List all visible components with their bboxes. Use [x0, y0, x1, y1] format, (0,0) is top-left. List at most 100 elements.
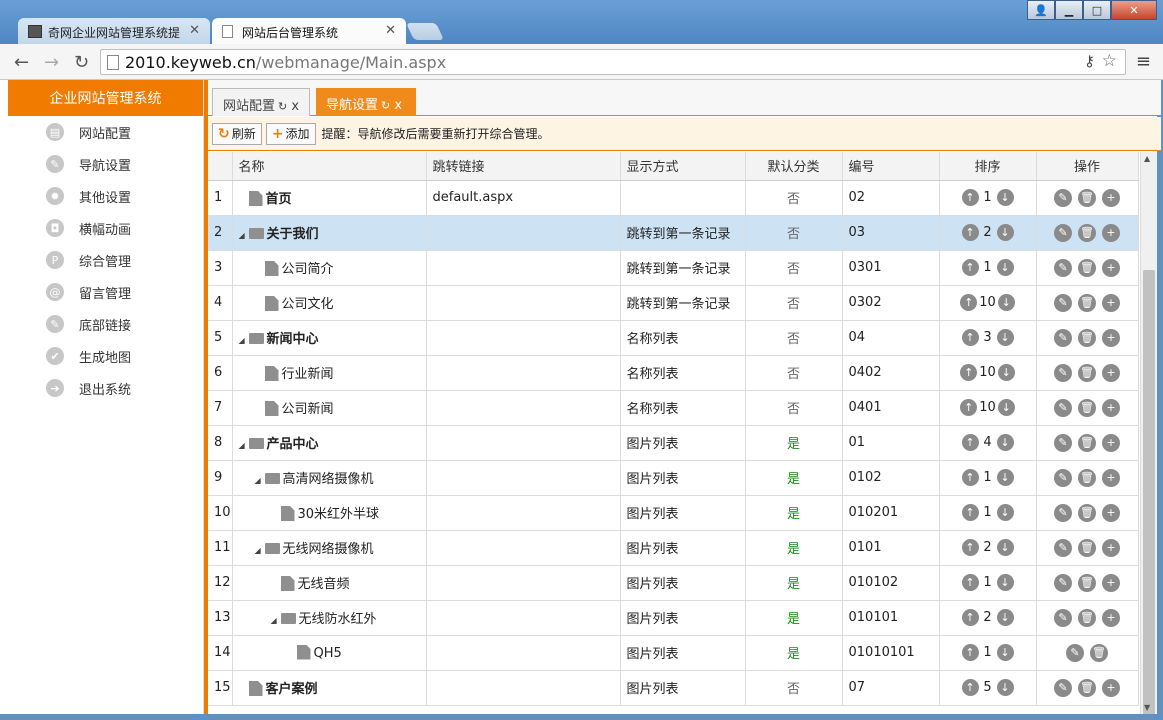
row-name-cell[interactable]: 无线音频	[232, 565, 427, 601]
table-row[interactable]: 13 ◢ 无线防水红外 图片列表是 010101 ↑ 2 ↓ ✎ 🗑 +	[208, 600, 1139, 636]
add-button[interactable]: + 添加	[265, 122, 316, 145]
row-name-cell[interactable]: ◢ 无线防水红外	[232, 600, 427, 636]
add-child-icon[interactable]: +	[1102, 678, 1120, 697]
table-row[interactable]: 14 QH5 图片列表是 01010101 ↑ 1 ↓ ✎ 🗑	[208, 635, 1139, 671]
row-name-cell[interactable]: ◢ 新闻中心	[232, 320, 427, 356]
menu-icon[interactable]: ≡	[1136, 51, 1151, 72]
add-child-icon[interactable]: +	[1102, 328, 1120, 347]
scroll-up-icon[interactable]: ▲	[1144, 154, 1150, 163]
table-row[interactable]: 5 ◢ 新闻中心 名称列表否 04 ↑ 3 ↓ ✎ 🗑 +	[208, 320, 1139, 356]
table-row[interactable]: 1 首页 default.aspx 否 02 ↑ 1 ↓ ✎ 🗑 +	[208, 180, 1139, 216]
sidebar-item-5[interactable]: P 综合管理	[8, 244, 203, 276]
minimize-button[interactable]: ▁	[1055, 0, 1083, 20]
add-child-icon[interactable]: +	[1102, 293, 1120, 312]
col-code[interactable]: 编号	[842, 152, 940, 181]
edit-icon[interactable]: ✎	[1054, 608, 1072, 627]
expand-toggle-icon[interactable]: ◢	[239, 336, 249, 345]
edit-icon[interactable]: ✎	[1066, 643, 1084, 662]
add-child-icon[interactable]: +	[1102, 433, 1120, 452]
add-child-icon[interactable]: +	[1102, 538, 1120, 557]
delete-icon[interactable]: 🗑	[1090, 643, 1108, 662]
tab-nav-settings[interactable]: 导航设置 ↻ x	[316, 88, 416, 116]
arrow-up-icon[interactable]: ↑	[960, 399, 978, 416]
arrow-down-icon[interactable]: ↓	[996, 504, 1014, 521]
delete-icon[interactable]: 🗑	[1078, 538, 1096, 557]
arrow-up-icon[interactable]: ↑	[961, 224, 979, 241]
add-child-icon[interactable]: +	[1102, 608, 1120, 627]
arrow-down-icon[interactable]: ↓	[997, 294, 1015, 311]
row-name-cell[interactable]: 首页	[232, 180, 427, 216]
row-name-cell[interactable]: ◢ 产品中心	[232, 425, 427, 461]
arrow-up-icon[interactable]: ↑	[961, 504, 979, 521]
delete-icon[interactable]: 🗑	[1078, 328, 1096, 347]
arrow-down-icon[interactable]: ↓	[996, 189, 1014, 206]
sidebar-item-6[interactable]: @ 留言管理	[8, 276, 203, 308]
expand-toggle-icon[interactable]: ◢	[255, 546, 265, 555]
add-child-icon[interactable]: +	[1102, 468, 1120, 487]
col-link[interactable]: 跳转链接	[426, 152, 621, 181]
edit-icon[interactable]: ✎	[1054, 363, 1072, 382]
table-row[interactable]: 9 ◢ 高清网络摄像机 图片列表是 0102 ↑ 1 ↓ ✎ 🗑 +	[208, 460, 1139, 496]
col-default[interactable]: 默认分类	[745, 152, 843, 181]
add-child-icon[interactable]: +	[1102, 398, 1120, 417]
sidebar-item-7[interactable]: ✎ 底部链接	[8, 308, 203, 340]
refresh-button[interactable]: ↻ 刷新	[212, 122, 262, 145]
arrow-down-icon[interactable]: ↓	[996, 329, 1014, 346]
delete-icon[interactable]: 🗑	[1078, 433, 1096, 452]
row-name-cell[interactable]: 公司新闻	[232, 390, 427, 426]
sidebar-item-2[interactable]: ✎ 导航设置	[8, 148, 203, 180]
expand-toggle-icon[interactable]: ◢	[239, 231, 249, 240]
expand-toggle-icon[interactable]: ◢	[255, 476, 265, 485]
arrow-down-icon[interactable]: ↓	[996, 679, 1014, 696]
table-row[interactable]: 3 公司简介 跳转到第一条记录否 0301 ↑ 1 ↓ ✎ 🗑 +	[208, 250, 1139, 286]
edit-icon[interactable]: ✎	[1054, 433, 1072, 452]
table-row[interactable]: 11 ◢ 无线网络摄像机 图片列表是 0101 ↑ 2 ↓ ✎ 🗑 +	[208, 530, 1139, 566]
add-child-icon[interactable]: +	[1102, 573, 1120, 592]
edit-icon[interactable]: ✎	[1054, 468, 1072, 487]
expand-toggle-icon[interactable]: ◢	[239, 441, 249, 450]
edit-icon[interactable]: ✎	[1054, 398, 1072, 417]
arrow-up-icon[interactable]: ↑	[961, 469, 979, 486]
table-row[interactable]: 7 公司新闻 名称列表否 0401 ↑ 10 ↓ ✎ 🗑 +	[208, 390, 1139, 426]
vertical-scrollbar[interactable]: ▲ ▼	[1140, 152, 1157, 718]
delete-icon[interactable]: 🗑	[1078, 223, 1096, 242]
arrow-up-icon[interactable]: ↑	[961, 574, 979, 591]
delete-icon[interactable]: 🗑	[1078, 258, 1096, 277]
add-child-icon[interactable]: +	[1102, 258, 1120, 277]
address-bar[interactable]: 2010.keyweb.cn/webmanage/Main.aspx ⚷ ☆	[100, 49, 1126, 75]
scroll-down-icon[interactable]: ▼	[1144, 703, 1150, 712]
reload-icon[interactable]: ↻	[278, 100, 287, 113]
back-icon[interactable]: ←	[14, 52, 29, 73]
add-child-icon[interactable]: +	[1102, 223, 1120, 242]
arrow-down-icon[interactable]: ↓	[997, 364, 1015, 381]
delete-icon[interactable]: 🗑	[1078, 293, 1096, 312]
sidebar-item-8[interactable]: ✔ 生成地图	[8, 340, 203, 372]
edit-icon[interactable]: ✎	[1054, 573, 1072, 592]
tab-site-config[interactable]: 网站配置 ↻ x	[212, 88, 310, 116]
new-tab-button[interactable]	[406, 23, 444, 40]
delete-icon[interactable]: 🗑	[1078, 678, 1096, 697]
add-child-icon[interactable]: +	[1102, 363, 1120, 382]
row-name-cell[interactable]: 30米红外半球	[232, 495, 427, 531]
arrow-down-icon[interactable]: ↓	[996, 609, 1014, 626]
edit-icon[interactable]: ✎	[1054, 258, 1072, 277]
table-row[interactable]: 2 ◢ 关于我们 跳转到第一条记录否 03 ↑ 2 ↓ ✎ 🗑 +	[208, 215, 1139, 251]
arrow-up-icon[interactable]: ↑	[961, 189, 979, 206]
table-row[interactable]: 8 ◢ 产品中心 图片列表是 01 ↑ 4 ↓ ✎ 🗑 +	[208, 425, 1139, 461]
row-name-cell[interactable]: 公司简介	[232, 250, 427, 286]
arrow-up-icon[interactable]: ↑	[960, 294, 978, 311]
edit-icon[interactable]: ✎	[1054, 328, 1072, 347]
table-row[interactable]: 10 30米红外半球 图片列表是 010201 ↑ 1 ↓ ✎ 🗑 +	[208, 495, 1139, 531]
row-name-cell[interactable]: ◢ 无线网络摄像机	[232, 530, 427, 566]
arrow-up-icon[interactable]: ↑	[961, 434, 979, 451]
arrow-up-icon[interactable]: ↑	[961, 644, 979, 661]
arrow-up-icon[interactable]: ↑	[961, 609, 979, 626]
edit-icon[interactable]: ✎	[1054, 538, 1072, 557]
col-sort[interactable]: 排序	[939, 152, 1037, 181]
star-icon[interactable]: ☆	[1102, 51, 1117, 71]
add-child-icon[interactable]: +	[1102, 503, 1120, 522]
delete-icon[interactable]: 🗑	[1078, 363, 1096, 382]
sidebar-item-9[interactable]: ➔ 退出系统	[8, 372, 203, 404]
col-name[interactable]: 名称	[232, 152, 427, 181]
arrow-up-icon[interactable]: ↑	[961, 539, 979, 556]
